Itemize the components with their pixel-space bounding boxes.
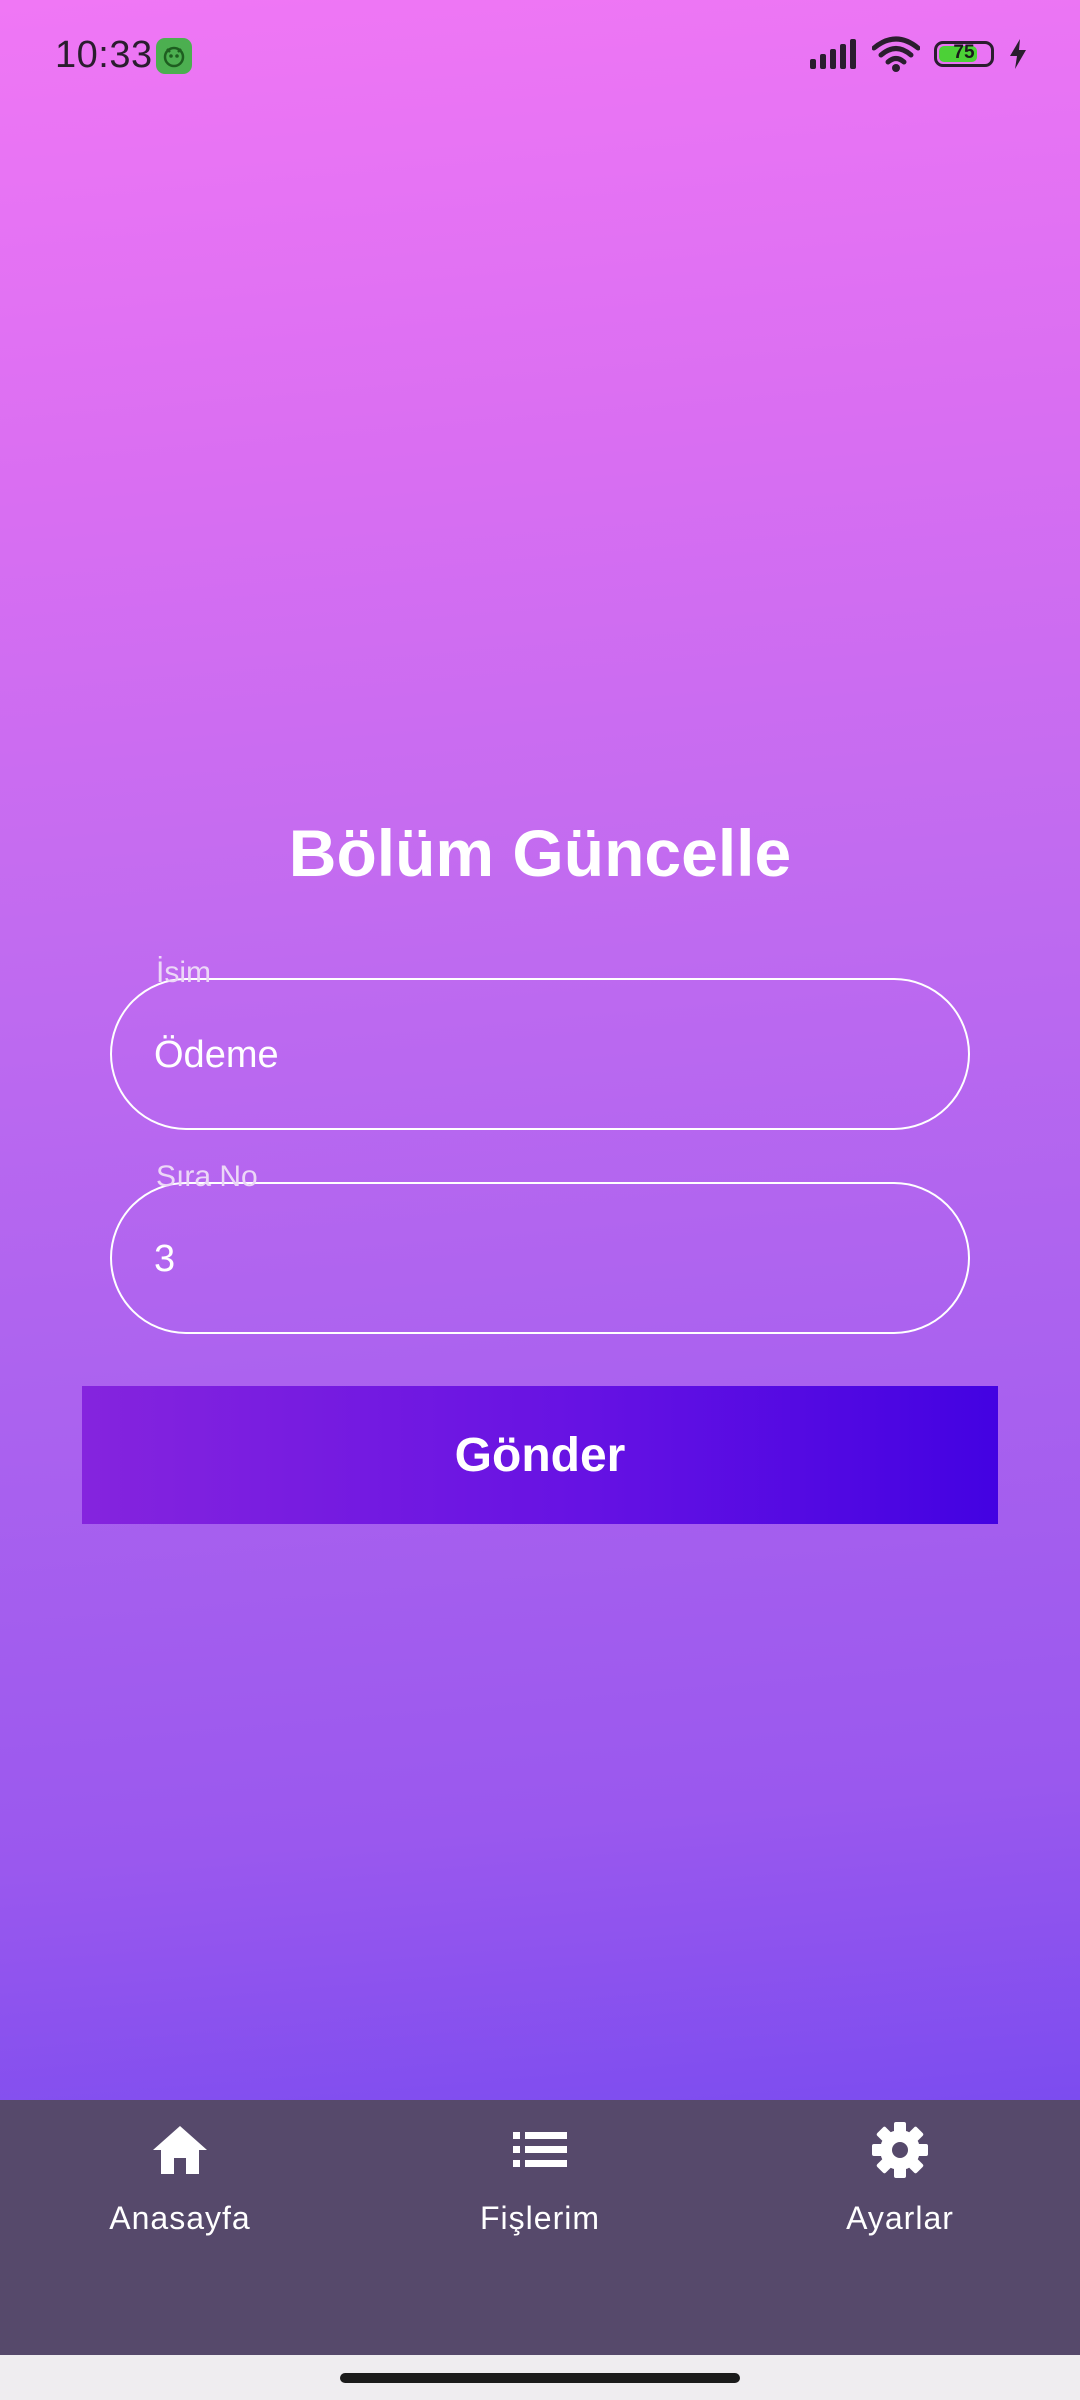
name-field[interactable]: İsim	[110, 956, 970, 1130]
order-no-input[interactable]	[154, 1238, 914, 1281]
battery-level: 75	[953, 42, 975, 63]
status-time: 10:33	[55, 34, 153, 76]
battery-icon: 75	[934, 41, 994, 67]
wifi-icon	[872, 36, 920, 72]
bottom-nav: Anasayfa Fişlerim Ayarlar	[0, 2100, 1080, 2355]
nav-item-home[interactable]: Anasayfa	[60, 2118, 300, 2237]
nav-label-settings: Ayarlar	[846, 2200, 954, 2236]
nav-label-receipts: Fişlerim	[480, 2200, 600, 2236]
nav-label-home: Anasayfa	[109, 2200, 251, 2236]
page-title: Bölüm Güncelle	[288, 816, 792, 890]
name-input[interactable]	[154, 1034, 914, 1077]
system-gesture-area	[0, 2355, 1080, 2400]
list-icon	[508, 2118, 572, 2182]
order-no-field[interactable]: Sıra No	[110, 1160, 970, 1334]
submit-button[interactable]: Gönder	[82, 1386, 998, 1524]
home-icon	[148, 2118, 212, 2182]
app-notification-icon	[156, 38, 192, 74]
status-icons: 75	[810, 36, 1028, 72]
status-bar: 10:33 75	[0, 0, 1080, 115]
nav-item-receipts[interactable]: Fişlerim	[420, 2118, 660, 2237]
name-field-label: İsim	[156, 956, 211, 989]
nav-item-settings[interactable]: Ayarlar	[780, 2118, 1020, 2237]
order-no-field-label: Sıra No	[156, 1160, 258, 1193]
charging-bolt-icon	[1010, 39, 1026, 69]
gear-icon	[868, 2118, 932, 2182]
home-gesture-bar[interactable]	[340, 2373, 740, 2383]
signal-icon	[810, 39, 856, 69]
